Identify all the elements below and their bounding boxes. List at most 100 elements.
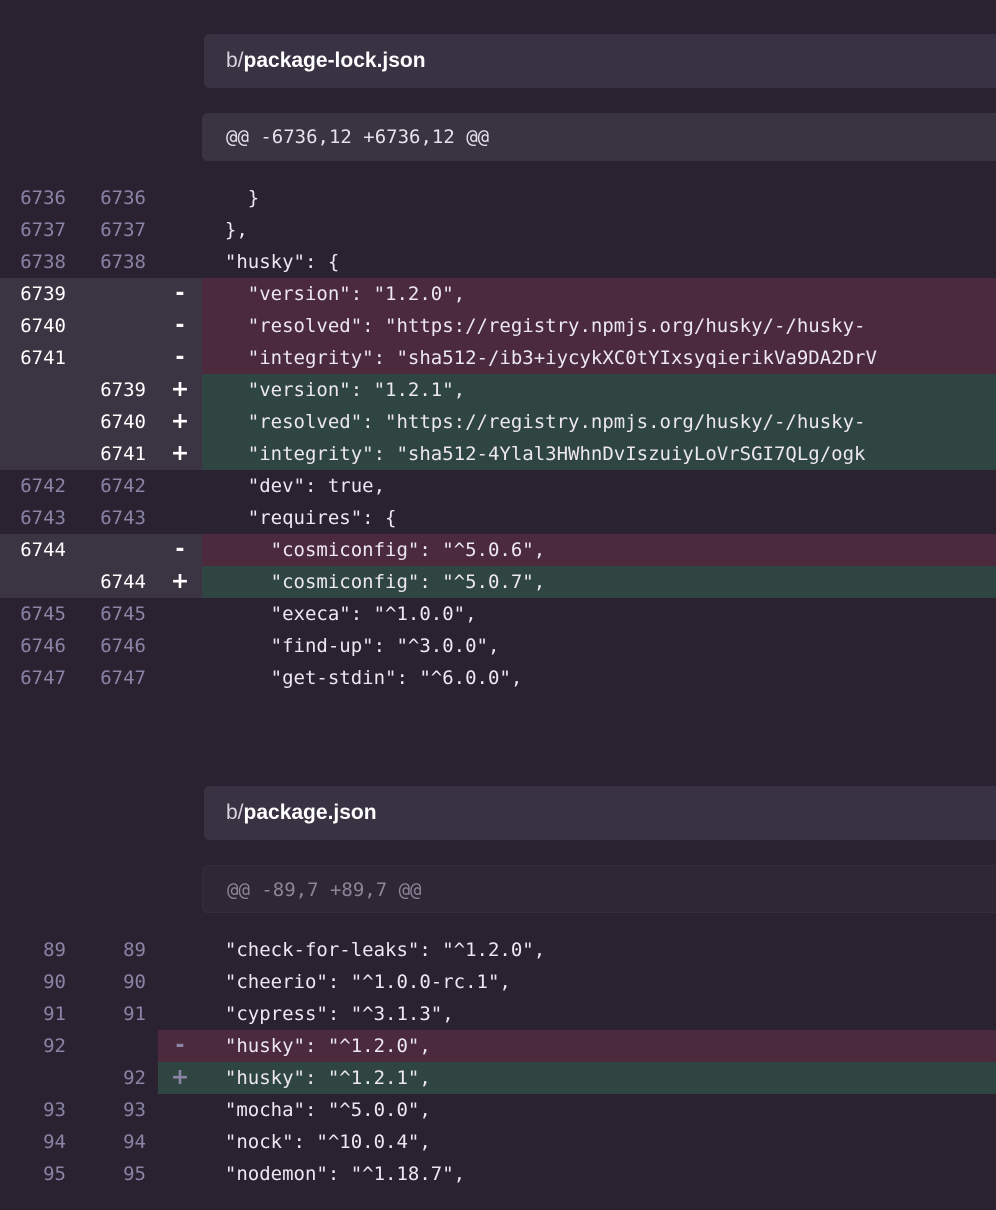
new-line-number[interactable]: 6746 [80,630,146,662]
new-line-number[interactable]: 6738 [80,246,146,278]
context-line[interactable]: 6742 6742 "dev": true, [0,470,996,502]
context-line[interactable]: 89 89 "check-for-leaks": "^1.2.0", [0,934,996,966]
old-line-number[interactable]: 95 [0,1158,66,1190]
code-text: "mocha": "^5.0.0", [202,1099,431,1121]
old-line-number[interactable]: 6747 [0,662,66,694]
new-line-number[interactable] [80,534,146,566]
new-line-number[interactable]: 6747 [80,662,146,694]
new-line-number[interactable] [80,310,146,342]
deleted-line[interactable]: 6740 - "resolved": "https://registry.npmj… [0,310,996,342]
deleted-line[interactable]: 92 - "husky": "^1.2.0", [0,1030,996,1062]
file-name: package-lock.json [243,49,426,72]
new-line-number[interactable]: 94 [80,1126,146,1158]
code-text: "find-up": "^3.0.0", [202,635,500,657]
new-line-number[interactable]: 93 [80,1094,146,1126]
context-line[interactable]: 6743 6743 "requires": { [0,502,996,534]
new-line-number[interactable]: 6745 [80,598,146,630]
new-line-number[interactable]: 6736 [80,182,146,214]
context-line[interactable]: 95 95 "nodemon": "^1.18.7", [0,1158,996,1190]
new-line-number[interactable]: 6744 [80,566,146,598]
code-text: } [202,187,260,209]
file-dir: b/ [226,49,244,72]
code-text: }, [202,219,248,241]
file-dir: b/ [226,801,244,824]
old-line-number[interactable]: 6740 [0,310,66,342]
new-line-number[interactable] [80,342,146,374]
code-text: "execa": "^1.0.0", [202,603,477,625]
old-line-number[interactable] [0,566,66,598]
hunk-header[interactable]: @@ -6736,12 +6736,12 @@ [202,113,996,161]
deleted-line[interactable]: 6744 - "cosmiconfig": "^5.0.6", [0,534,996,566]
new-line-number[interactable]: 92 [80,1062,146,1094]
old-line-number[interactable]: 6741 [0,342,66,374]
context-line[interactable]: 6747 6747 "get-stdin": "^6.0.0", [0,662,996,694]
deleted-line[interactable]: 6741 - "integrity": "sha512-/ib3+iycykXC0… [0,342,996,374]
context-line[interactable]: 6737 6737 }, [0,214,996,246]
old-line-number[interactable]: 91 [0,998,66,1030]
context-line[interactable]: 6738 6738 "husky": { [0,246,996,278]
old-line-number[interactable]: 6746 [0,630,66,662]
new-line-number[interactable] [80,1030,146,1062]
old-line-number[interactable]: 6739 [0,278,66,310]
new-line-number[interactable]: 90 [80,966,146,998]
minus-icon: - [175,345,185,370]
code-text: "cheerio": "^1.0.0-rc.1", [202,971,511,993]
code-text: "version": "1.2.1", [202,374,996,406]
new-line-number[interactable]: 6739 [80,374,146,406]
old-line-number[interactable] [0,438,66,470]
added-line[interactable]: 6740 + "resolved": "https://registry.npmj… [0,406,996,438]
plus-icon: + [170,569,190,594]
new-line-number[interactable]: 6740 [80,406,146,438]
plus-icon: + [170,409,190,434]
old-line-number[interactable]: 6745 [0,598,66,630]
code-text: "version": "1.2.0", [202,278,996,310]
old-line-number[interactable] [0,374,66,406]
context-line[interactable]: 91 91 "cypress": "^3.1.3", [0,998,996,1030]
new-line-number[interactable]: 89 [80,934,146,966]
code-text: "cosmiconfig": "^5.0.7", [202,566,996,598]
old-line-number[interactable]: 6744 [0,534,66,566]
old-line-number[interactable]: 6736 [0,182,66,214]
context-line[interactable]: 6745 6745 "execa": "^1.0.0", [0,598,996,630]
code-text: "nodemon": "^1.18.7", [202,1163,466,1185]
old-line-number[interactable]: 6743 [0,502,66,534]
old-line-number[interactable] [0,406,66,438]
code-text: "requires": { [202,507,397,529]
old-line-number[interactable]: 6738 [0,246,66,278]
minus-icon: - [175,537,185,562]
context-line[interactable]: 93 93 "mocha": "^5.0.0", [0,1094,996,1126]
new-line-number[interactable] [80,278,146,310]
code-text: "get-stdin": "^6.0.0", [202,667,523,689]
old-line-number[interactable] [0,1062,66,1094]
old-line-number[interactable]: 89 [0,934,66,966]
new-line-number[interactable]: 6737 [80,214,146,246]
added-line[interactable]: 6741 + "integrity": "sha512-4Ylal3HWhnDvI… [0,438,996,470]
deleted-line[interactable]: 6739 - "version": "1.2.0", [0,278,996,310]
old-line-number[interactable]: 6737 [0,214,66,246]
minus-icon: - [175,1033,185,1058]
old-line-number[interactable]: 90 [0,966,66,998]
minus-icon: - [175,281,185,306]
context-line[interactable]: 94 94 "nock": "^10.0.4", [0,1126,996,1158]
context-line[interactable]: 6736 6736 } [0,182,996,214]
context-line[interactable]: 90 90 "cheerio": "^1.0.0-rc.1", [0,966,996,998]
file-header-package-lock[interactable]: b/package-lock.json [204,34,996,88]
code-text: "husky": "^1.2.1", [202,1067,431,1089]
context-line[interactable]: 6746 6746 "find-up": "^3.0.0", [0,630,996,662]
code-text: "dev": true, [202,475,386,497]
old-line-number[interactable]: 6742 [0,470,66,502]
new-line-number[interactable]: 95 [80,1158,146,1190]
old-line-number[interactable]: 92 [0,1030,66,1062]
added-line[interactable]: 6744 + "cosmiconfig": "^5.0.7", [0,566,996,598]
hunk-header[interactable]: @@ -89,7 +89,7 @@ [202,865,996,913]
old-line-number[interactable]: 93 [0,1094,66,1126]
file-header-package[interactable]: b/package.json [204,786,996,840]
file-name: package.json [243,801,377,824]
added-line[interactable]: 92 + "husky": "^1.2.1", [0,1062,996,1094]
new-line-number[interactable]: 91 [80,998,146,1030]
new-line-number[interactable]: 6741 [80,438,146,470]
new-line-number[interactable]: 6743 [80,502,146,534]
new-line-number[interactable]: 6742 [80,470,146,502]
added-line[interactable]: 6739 + "version": "1.2.1", [0,374,996,406]
old-line-number[interactable]: 94 [0,1126,66,1158]
